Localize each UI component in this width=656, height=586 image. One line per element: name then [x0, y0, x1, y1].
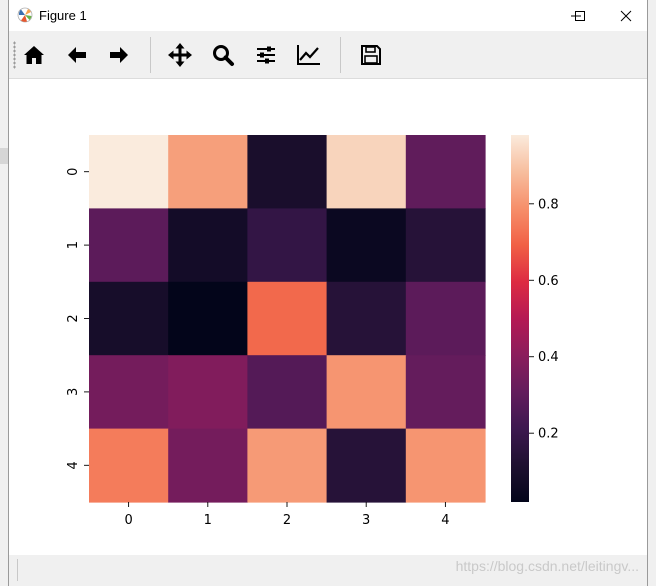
colorbar-tick-label: 0.4: [538, 350, 559, 365]
heatmap-cell-4-2: [247, 428, 328, 503]
x-tick-label: 3: [362, 513, 370, 528]
title-bar: Figure 1: [9, 0, 647, 31]
x-axis-ticks: 0 1 2 3 4: [124, 502, 450, 528]
toolbar-separator: [150, 37, 151, 73]
heatmap-cells: [89, 135, 486, 503]
home-button[interactable]: [18, 39, 50, 71]
heatmap-cell-0-0: [89, 135, 169, 209]
y-tick-label: 3: [66, 388, 81, 396]
y-tick-label: 1: [66, 241, 81, 249]
heatmap-cell-1-0: [89, 208, 169, 283]
zoom-icon: [213, 45, 234, 66]
maximize-button-visual[interactable]: [557, 0, 603, 31]
navigation-toolbar: [9, 31, 647, 79]
y-tick-label: 0: [66, 168, 81, 176]
heatmap-cell-2-0: [89, 281, 169, 356]
heatmap-cell-2-2: [247, 281, 328, 356]
heatmap-cell-2-1: [168, 281, 248, 356]
colorbar-tick-label: 0.2: [538, 427, 559, 442]
y-tick-label: 4: [66, 461, 81, 469]
status-divider: [17, 559, 18, 581]
heatmap-cell-3-0: [89, 355, 169, 430]
colorbar-tick-label: 0.6: [538, 274, 559, 289]
heatmap-cell-0-2: [247, 135, 328, 209]
back-button[interactable]: [61, 39, 93, 71]
heatmap-cell-0-3: [326, 135, 407, 209]
heatmap-cell-1-4: [405, 208, 486, 283]
back-arrow-icon: [68, 47, 86, 63]
heatmap-cell-1-3: [326, 208, 407, 283]
app-root: Figure 1 0 1 2 3 4 0 1 2 3 4 0.2 0.4 0.6…: [0, 0, 656, 586]
forward-arrow-icon: [110, 47, 128, 63]
heatmap-cell-0-4: [405, 135, 486, 209]
y-axis-ticks: 0 1 2 3 4: [66, 168, 89, 469]
heatmap-cell-3-4: [405, 355, 486, 430]
x-tick-label: 4: [441, 513, 449, 528]
maximize-icon: [575, 10, 585, 21]
heatmap-cell-4-1: [168, 428, 248, 503]
toolbar-grip[interactable]: [13, 41, 16, 69]
heatmap-cell-1-1: [168, 208, 248, 283]
watermark-text: https://blog.csdn.net/leitingv...: [455, 558, 639, 574]
pan-button[interactable]: [164, 39, 196, 71]
heatmap-cell-2-4: [405, 281, 486, 356]
heatmap-cell-3-1: [168, 355, 248, 430]
x-tick-label: 0: [124, 513, 132, 528]
background-editor-edge: [0, 0, 8, 586]
background-highlight-bar: [0, 148, 8, 164]
heatmap-cell-4-4: [405, 428, 486, 503]
colorbar: [511, 135, 529, 502]
figure-window: Figure 1 0 1 2 3 4 0 1 2 3 4 0.2 0.4 0.6…: [8, 0, 648, 586]
heatmap-cell-2-3: [326, 281, 407, 356]
figure-canvas[interactable]: 0 1 2 3 4 0 1 2 3 4 0.2 0.4 0.6 0.8: [9, 79, 647, 555]
edit-axis-icon: [297, 45, 320, 65]
heatmap-cell-1-2: [247, 208, 328, 283]
configure-subplots-button[interactable]: [250, 39, 282, 71]
status-bar: https://blog.csdn.net/leitingv...: [9, 555, 647, 586]
heatmap-chart: 0 1 2 3 4 0 1 2 3 4 0.2 0.4 0.6 0.8: [66, 135, 559, 528]
toolbar-separator: [340, 37, 341, 73]
save-icon: [361, 45, 381, 65]
y-tick-label: 2: [66, 314, 81, 322]
save-button[interactable]: [355, 39, 387, 71]
heatmap-cell-4-0: [89, 428, 169, 503]
matplotlib-app-icon: [17, 7, 33, 23]
forward-button[interactable]: [103, 39, 135, 71]
colorbar-tick-label: 0.8: [538, 197, 559, 212]
edit-axis-button[interactable]: [293, 39, 325, 71]
heatmap-cell-4-3: [326, 428, 407, 503]
pan-icon: [168, 43, 192, 67]
close-icon: [620, 10, 632, 21]
heatmap-cell-0-1: [168, 135, 248, 209]
close-button[interactable]: [603, 0, 649, 31]
x-tick-label: 2: [283, 513, 291, 528]
colorbar-ticks: 0.2 0.4 0.6 0.8: [529, 197, 559, 442]
heatmap-cell-3-3: [326, 355, 407, 430]
zoom-button[interactable]: [207, 39, 239, 71]
x-tick-label: 1: [204, 513, 212, 528]
window-title: Figure 1: [39, 8, 87, 23]
home-icon: [24, 46, 44, 64]
heatmap-cell-3-2: [247, 355, 328, 430]
configure-subplots-icon: [257, 46, 275, 64]
